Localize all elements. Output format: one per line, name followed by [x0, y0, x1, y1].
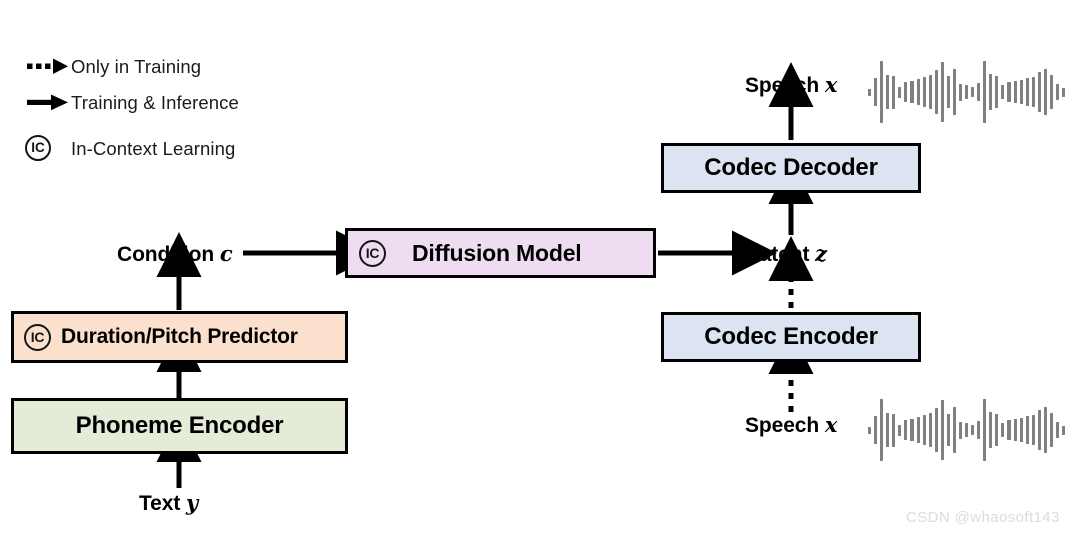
label-condition-symbol: c	[219, 241, 233, 266]
waveform-bar	[922, 77, 926, 107]
waveform-bar	[977, 421, 981, 439]
waveform-bar	[952, 69, 956, 115]
label-speech-output-word: Speech	[745, 74, 820, 97]
waveform-bar	[1043, 69, 1047, 115]
waveform-bar	[1025, 416, 1029, 444]
waveform-bar	[940, 400, 944, 460]
waveform-bar	[1025, 78, 1029, 106]
waveform-bar	[940, 62, 944, 122]
waveform-bar	[892, 75, 896, 109]
ic-badge-text: IC	[365, 244, 380, 261]
waveform-bar	[904, 82, 908, 102]
waveform-bar	[868, 426, 872, 434]
waveform-bar	[983, 61, 987, 123]
waveform-bar	[916, 79, 920, 105]
architecture-diagram: Only in Training Training & Inference IC…	[0, 0, 1084, 537]
label-speech-input: Speech x	[745, 412, 837, 438]
waveform-bar	[1037, 410, 1041, 450]
waveform-bar	[1001, 423, 1005, 437]
waveform-bar	[965, 85, 969, 99]
waveform-bar	[904, 420, 908, 440]
ic-badge-text: IC	[30, 328, 45, 345]
waveform-bar	[892, 413, 896, 447]
label-latent-symbol: z	[815, 241, 827, 266]
waveform-bar	[1001, 85, 1005, 99]
label-speech-output: Speech x	[745, 72, 837, 98]
waveform-bar	[1019, 80, 1023, 104]
waveform-speech-input	[868, 399, 1068, 461]
node-diffusion-model[interactable]: IC Diffusion Model	[345, 228, 656, 278]
waveform-bar	[1031, 77, 1035, 107]
waveform-bar	[880, 61, 884, 123]
waveform-bar	[989, 74, 993, 110]
waveform-bar	[934, 70, 938, 114]
label-text-input-word: Text	[139, 492, 181, 515]
waveform-bar	[1049, 413, 1053, 447]
waveform-bar	[886, 413, 890, 447]
waveform-bar	[1055, 84, 1059, 100]
node-label-diffusion-model: Diffusion Model	[412, 239, 582, 266]
label-speech-output-symbol: x	[824, 72, 838, 97]
waveform-bar	[1013, 81, 1017, 103]
ic-badge-duration-pitch: IC	[24, 323, 51, 351]
watermark: CSDN @whaosoft143	[906, 509, 1060, 526]
waveform-bar	[1007, 420, 1011, 440]
label-speech-input-symbol: x	[824, 412, 838, 437]
waveform-bar	[898, 86, 902, 98]
waveform-bar	[989, 412, 993, 448]
node-codec-encoder[interactable]: Codec Encoder	[661, 312, 921, 362]
waveform-bar	[910, 81, 914, 103]
waveform-bar	[922, 415, 926, 445]
waveform-bar	[958, 83, 962, 101]
waveform-bar	[1019, 418, 1023, 442]
waveform-speech-output	[868, 61, 1068, 123]
waveform-bar	[1043, 407, 1047, 453]
waveform-bar	[1055, 422, 1059, 438]
label-text-input: Text y	[139, 490, 198, 516]
waveform-bar	[995, 76, 999, 108]
waveform-bar	[971, 425, 975, 435]
node-duration-pitch-predictor[interactable]: IC Duration/Pitch Predictor	[11, 311, 348, 363]
waveform-bar	[916, 417, 920, 443]
waveform-bar	[958, 421, 962, 439]
node-label-codec-encoder: Codec Encoder	[704, 323, 878, 350]
node-phoneme-encoder[interactable]: Phoneme Encoder	[11, 398, 348, 454]
waveform-bar	[928, 413, 932, 447]
waveform-bar	[874, 78, 878, 106]
waveform-bar	[995, 414, 999, 446]
waveform-bar	[977, 83, 981, 101]
waveform-bar	[910, 419, 914, 441]
waveform-bar	[1037, 72, 1041, 112]
waveform-bar	[1013, 419, 1017, 441]
label-text-input-symbol: y	[185, 490, 199, 515]
waveform-bar	[1049, 75, 1053, 109]
waveform-bar	[971, 87, 975, 97]
waveform-bar	[983, 399, 987, 461]
ic-badge-diffusion-model: IC	[359, 239, 386, 267]
waveform-bar	[946, 76, 950, 108]
waveform-bar	[880, 399, 884, 461]
label-condition-word: Condition	[117, 243, 215, 266]
label-condition: Condition c	[117, 241, 233, 267]
waveform-bar	[886, 75, 890, 109]
waveform-bar	[934, 408, 938, 452]
label-latent-word: Latent	[747, 243, 810, 266]
waveform-bar	[952, 407, 956, 453]
waveform-bar	[1007, 82, 1011, 102]
label-speech-input-word: Speech	[745, 414, 820, 437]
waveform-bar	[965, 423, 969, 437]
waveform-bar	[928, 75, 932, 109]
node-label-phoneme-encoder: Phoneme Encoder	[75, 412, 284, 439]
node-label-duration-pitch-predictor: Duration/Pitch Predictor	[61, 325, 298, 348]
waveform-bar	[874, 416, 878, 444]
label-latent: Latent z	[747, 241, 827, 267]
waveform-bar	[1031, 415, 1035, 445]
waveform-bar	[898, 424, 902, 436]
waveform-bar	[1062, 425, 1066, 435]
waveform-bar	[868, 88, 872, 96]
waveform-bar	[1062, 87, 1066, 97]
waveform-bar	[946, 414, 950, 446]
node-codec-decoder[interactable]: Codec Decoder	[661, 143, 921, 193]
node-label-codec-decoder: Codec Decoder	[704, 154, 878, 181]
